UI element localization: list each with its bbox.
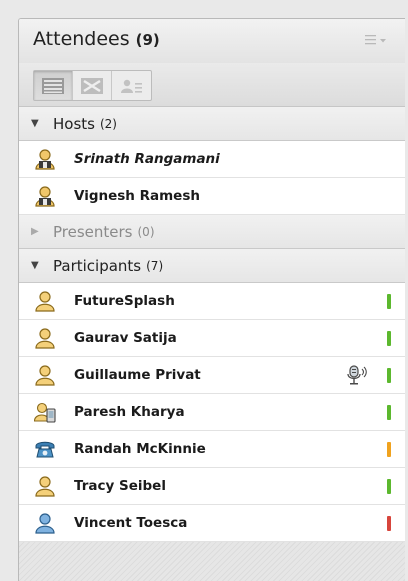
attendee-row[interactable]: Randah McKinnie <box>19 431 405 468</box>
detail-view-button[interactable] <box>112 71 151 100</box>
expand-triangle-icon: ▼ <box>31 260 39 271</box>
grid-view-icon <box>81 77 103 94</box>
participant-icon <box>33 289 57 313</box>
attendee-row[interactable]: Gaurav Satija <box>19 320 405 357</box>
host-icon <box>33 184 57 208</box>
attendee-name: Paresh Kharya <box>74 404 185 420</box>
presenters-section-header[interactable]: ▶ Presenters (0) <box>19 215 405 249</box>
list-menu-icon[interactable] <box>365 33 387 47</box>
attendee-row[interactable]: Srinath Rangamani <box>19 141 405 178</box>
attendee-name: Tracy Seibel <box>74 478 166 494</box>
grid-view-button[interactable] <box>73 71 112 100</box>
panel-title: Attendees (9) <box>33 28 160 50</box>
list-view-button[interactable] <box>34 71 73 100</box>
attendee-name: Vignesh Ramesh <box>74 188 200 204</box>
phone-icon <box>33 437 57 461</box>
participant-icon <box>33 363 57 387</box>
microphone-speaking-icon <box>347 365 367 385</box>
attendee-row[interactable]: Tracy Seibel <box>19 468 405 505</box>
status-indicator <box>387 294 391 309</box>
attendee-name: Guillaume Privat <box>74 367 201 383</box>
attendee-name: Vincent Toesca <box>74 515 188 531</box>
attendee-name: FutureSplash <box>74 293 175 309</box>
attendee-name: Gaurav Satija <box>74 330 177 346</box>
status-indicator <box>387 479 391 494</box>
hosts-label: Hosts <box>53 114 95 133</box>
user-detail-icon <box>120 79 142 93</box>
attendee-row[interactable]: FutureSplash <box>19 283 405 320</box>
status-indicator <box>387 442 391 457</box>
panel-title-text: Attendees <box>33 28 130 50</box>
participant-blue-icon <box>33 511 57 535</box>
participants-section-header[interactable]: ▼ Participants (7) <box>19 249 405 283</box>
view-button-group <box>33 70 152 101</box>
participant-icon <box>33 474 57 498</box>
view-toolbar <box>19 63 405 107</box>
panel-footer <box>19 542 405 581</box>
list-view-icon <box>42 77 64 94</box>
mobile-participant-icon <box>33 400 57 424</box>
status-indicator <box>387 368 391 383</box>
collapse-triangle-icon: ▶ <box>31 226 39 237</box>
participants-label: Participants <box>53 256 142 275</box>
attendee-name: Randah McKinnie <box>74 441 206 457</box>
attendee-name: Srinath Rangamani <box>74 151 220 167</box>
presenters-count: (0) <box>137 224 155 239</box>
host-icon <box>33 147 57 171</box>
participant-icon <box>33 326 57 350</box>
status-indicator <box>387 405 391 420</box>
status-indicator <box>387 516 391 531</box>
attendee-row[interactable]: Vincent Toesca <box>19 505 405 542</box>
attendee-row[interactable]: Vignesh Ramesh <box>19 178 405 215</box>
hosts-section-header[interactable]: ▼ Hosts (2) <box>19 107 405 141</box>
expand-triangle-icon: ▼ <box>31 118 39 129</box>
attendee-row[interactable]: Guillaume Privat <box>19 357 405 394</box>
panel-titlebar: Attendees (9) <box>19 19 405 63</box>
panel-title-count: (9) <box>135 31 160 49</box>
participants-count: (7) <box>146 258 164 273</box>
hosts-count: (2) <box>99 116 117 131</box>
attendee-row[interactable]: Paresh Kharya <box>19 394 405 431</box>
attendees-panel: Attendees (9) ▼ Hosts (2) Srinath Rangam… <box>18 18 405 581</box>
status-indicator <box>387 331 391 346</box>
presenters-label: Presenters <box>53 222 133 241</box>
